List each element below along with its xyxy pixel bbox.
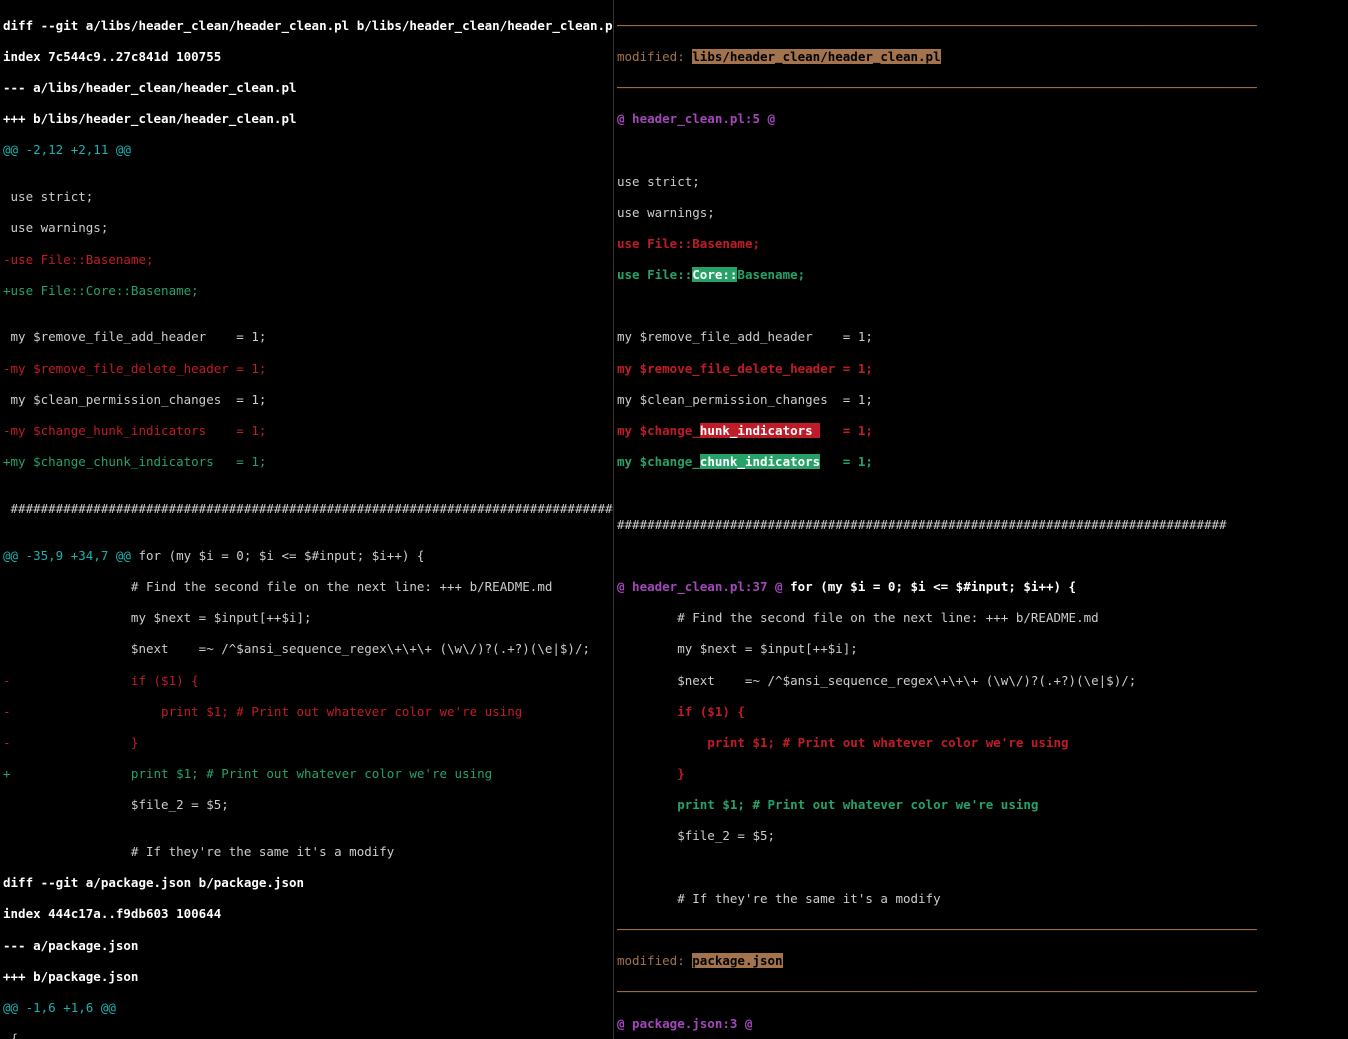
blank-line (617, 142, 1345, 158)
diff-header: diff --git a/package.json b/package.json (3, 875, 610, 891)
diff-new: +++ b/package.json (3, 969, 610, 985)
add-line: +use File::Core::Basename; (3, 283, 610, 299)
diff-index: index 7c544c9..27c841d 100755 (3, 49, 610, 65)
hunk-header: @@ -1,6 +1,6 @@ (3, 1000, 610, 1016)
ctx-line: my $clean_permission_changes = 1; (3, 392, 610, 408)
del-line: -my $change_hunk_indicators = 1; (3, 423, 610, 439)
ctx-line: use warnings; (617, 205, 1345, 221)
ctx-line: # Find the second file on the next line:… (617, 610, 1345, 626)
del-line: - } (3, 735, 610, 751)
ctx-line: ########################################… (617, 517, 1345, 533)
del-line: -my $remove_file_delete_header = 1; (3, 361, 610, 377)
diff-old: --- a/libs/header_clean/header_clean.pl (3, 80, 610, 96)
diff-new: +++ b/libs/header_clean/header_clean.pl (3, 111, 610, 127)
ctx-line: use strict; (3, 189, 610, 205)
hunk-header: @ header_clean.pl:37 @ for (my $i = 0; $… (617, 579, 1345, 595)
separator: ────────────────────────────────────────… (617, 80, 1345, 96)
hunk-header: @@ -35,9 +34,7 @@ for (my $i = 0; $i <= … (3, 548, 610, 564)
del-line: -use File::Basename; (3, 252, 610, 268)
ctx-line: my $clean_permission_changes = 1; (617, 392, 1345, 408)
ctx-line: $file_2 = $5; (617, 828, 1345, 844)
ctx-line: # If they're the same it's a modify (3, 844, 610, 860)
hunk-header: @ header_clean.pl:5 @ (617, 111, 1345, 127)
blank-line (617, 860, 1345, 876)
ctx-line: $next =~ /^$ansi_sequence_regex\+\+\+ (\… (3, 641, 610, 657)
del-line: use File::Basename; (617, 236, 1345, 252)
ctx-line: use strict; (617, 174, 1345, 190)
ctx-line: { (3, 1031, 610, 1039)
del-line: my $change_hunk_indicators = 1; (617, 423, 1345, 439)
add-line: use File::Core::Basename; (617, 267, 1345, 283)
add-line: my $change_chunk_indicators = 1; (617, 454, 1345, 470)
separator: ────────────────────────────────────────… (617, 984, 1345, 1000)
file-header: modified: libs/header_clean/header_clean… (617, 49, 1345, 65)
del-line: if ($1) { (617, 704, 1345, 720)
blank-line (617, 548, 1345, 564)
ctx-line: $next =~ /^$ansi_sequence_regex\+\+\+ (\… (617, 673, 1345, 689)
raw-diff-pane[interactable]: diff --git a/libs/header_clean/header_cl… (0, 0, 614, 1039)
add-line: print $1; # Print out whatever color we'… (617, 797, 1345, 813)
ctx-line: my $remove_file_add_header = 1; (3, 329, 610, 345)
ctx-line: my $next = $input[++$i]; (3, 610, 610, 626)
fancy-diff-pane[interactable]: ────────────────────────────────────────… (614, 0, 1348, 1039)
separator: ────────────────────────────────────────… (617, 922, 1345, 938)
diff-index: index 444c17a..f9db603 100644 (3, 906, 610, 922)
del-line: - print $1; # Print out whatever color w… (3, 704, 610, 720)
del-line: my $remove_file_delete_header = 1; (617, 361, 1345, 377)
hunk-header: @@ -2,12 +2,11 @@ (3, 142, 610, 158)
ctx-line: $file_2 = $5; (3, 797, 610, 813)
separator: ────────────────────────────────────────… (617, 18, 1345, 34)
ctx-line: my $next = $input[++$i]; (617, 641, 1345, 657)
del-line: print $1; # Print out whatever color we'… (617, 735, 1345, 751)
blank-line (617, 485, 1345, 501)
ctx-line: # If they're the same it's a modify (617, 891, 1345, 907)
ctx-line: my $remove_file_add_header = 1; (617, 329, 1345, 345)
diff-header: diff --git a/libs/header_clean/header_cl… (3, 18, 610, 34)
add-line: +my $change_chunk_indicators = 1; (3, 454, 610, 470)
blank-line (617, 298, 1345, 314)
ctx-line: # Find the second file on the next line:… (3, 579, 610, 595)
del-line: - if ($1) { (3, 673, 610, 689)
file-header: modified: package.json (617, 953, 1345, 969)
del-line: } (617, 766, 1345, 782)
diff-old: --- a/package.json (3, 938, 610, 954)
hunk-header: @ package.json:3 @ (617, 1016, 1345, 1032)
add-line: + print $1; # Print out whatever color w… (3, 766, 610, 782)
ctx-line: ########################################… (3, 501, 610, 517)
ctx-line: use warnings; (3, 220, 610, 236)
